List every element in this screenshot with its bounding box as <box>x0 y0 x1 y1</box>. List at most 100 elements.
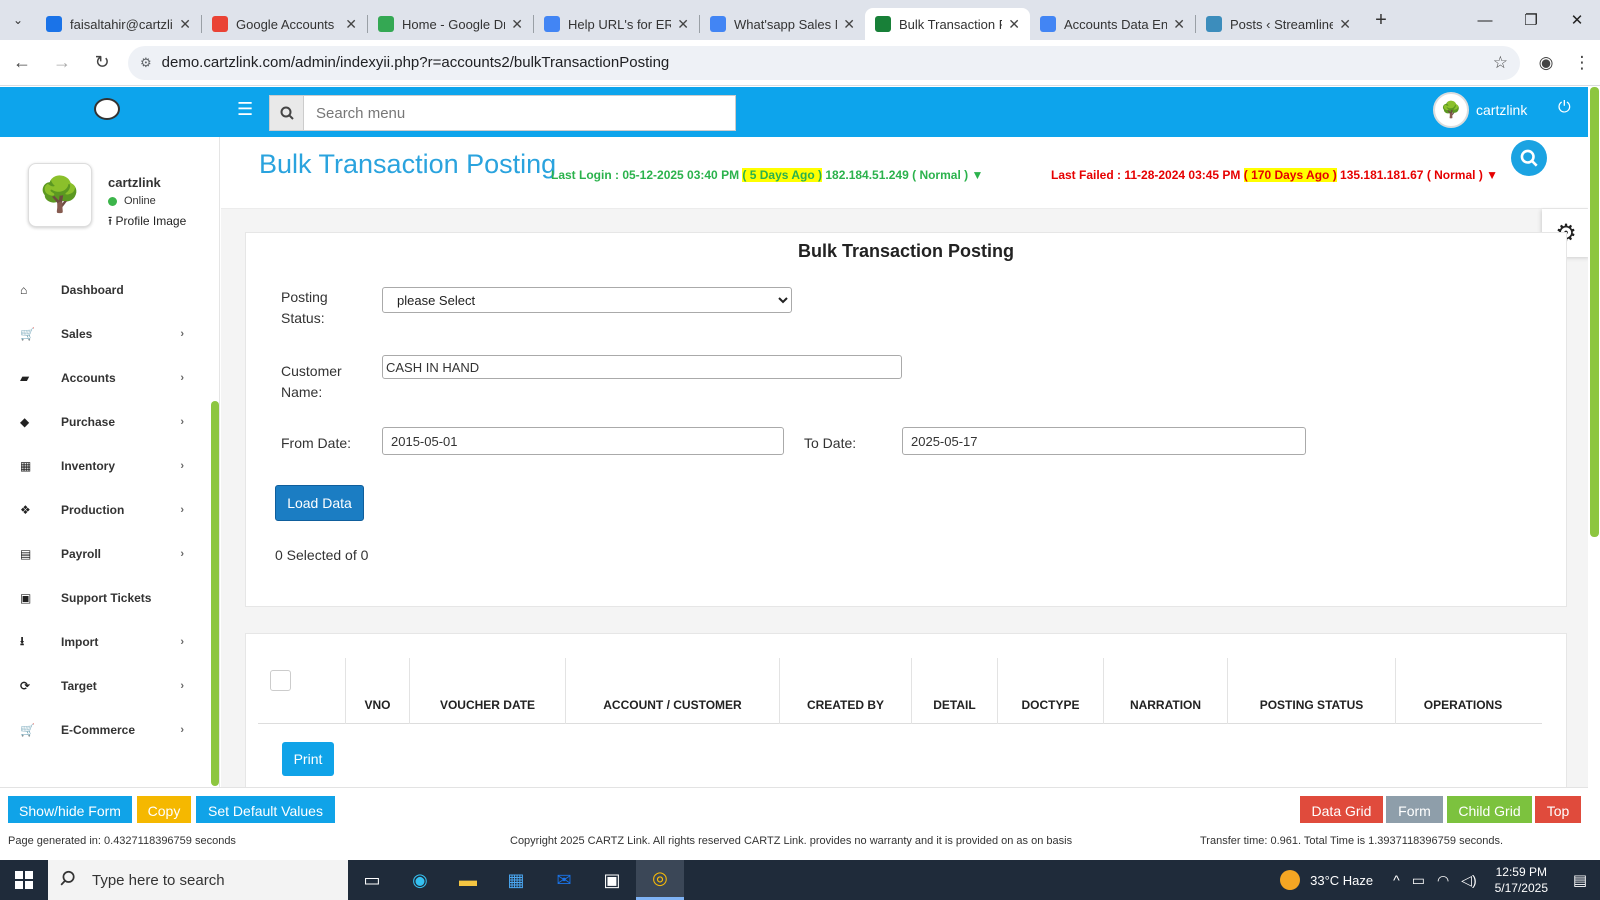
taskbar-search[interactable]: Type here to search <box>48 860 348 900</box>
child-grid-button[interactable]: Child Grid <box>1447 796 1532 826</box>
sidebar-item-target[interactable]: ⟳ Target › <box>0 664 200 708</box>
windows-start-icon[interactable] <box>0 860 48 900</box>
form-button[interactable]: Form <box>1386 796 1443 826</box>
close-icon[interactable]: ✕ <box>1339 16 1351 33</box>
sidebar-item-inventory[interactable]: ▦ Inventory › <box>0 444 200 488</box>
customer-name-field[interactable] <box>382 355 902 379</box>
column-header-account-customer[interactable]: ACCOUNT / CUSTOMER <box>566 658 780 724</box>
posting-status-select[interactable]: please Select <box>382 287 792 313</box>
hamburger-menu-icon[interactable]: ☰ <box>237 99 253 120</box>
sidebar-scrollbar[interactable] <box>211 401 219 786</box>
url-field[interactable]: ⚙ demo.cartzlink.com/admin/indexyii.php?… <box>128 45 1520 80</box>
show-hide-form-button[interactable]: Show/hide Form <box>8 796 132 826</box>
site-info-icon[interactable]: ⚙ <box>140 55 152 71</box>
display-icon[interactable]: ▭ <box>1412 872 1425 889</box>
page-header: Bulk Transaction Posting Last Login : 05… <box>221 137 1588 209</box>
volume-icon[interactable]: ◁) <box>1461 872 1476 889</box>
browser-tab[interactable]: Accounts Data Ent ✕ <box>1030 8 1195 40</box>
close-icon[interactable]: ✕ <box>179 16 191 33</box>
sidebar-item-label: Purchase <box>61 415 116 429</box>
sidebar-item-purchase[interactable]: ◆ Purchase › <box>0 400 200 444</box>
load-data-button[interactable]: Load Data <box>275 485 364 521</box>
sidebar-item-accounts[interactable]: ▰ Accounts › <box>0 356 200 400</box>
close-icon[interactable]: ✕ <box>345 16 357 33</box>
sidebar-item-e-commerce[interactable]: 🛒 E-Commerce › <box>0 708 200 752</box>
chevron-right-icon: › <box>180 724 184 736</box>
edge-icon[interactable]: ◉ <box>396 860 444 900</box>
column-header-doctype[interactable]: DOCTYPE <box>998 658 1104 724</box>
top-button[interactable]: Top <box>1535 796 1581 826</box>
browser-tab[interactable]: Home - Google Dr ✕ <box>368 8 533 40</box>
store-icon[interactable]: ▦ <box>492 860 540 900</box>
sidebar-item-dashboard[interactable]: ⌂ Dashboard <box>0 268 200 312</box>
page-scrollbar-thumb[interactable] <box>1590 87 1599 537</box>
browser-tab[interactable]: What'sapp Sales M ✕ <box>700 8 865 40</box>
minimize-icon[interactable]: — <box>1462 0 1508 40</box>
sidebar-item-support-tickets[interactable]: ▣ Support Tickets <box>0 576 200 620</box>
column-header-created-by[interactable]: CREATED BY <box>780 658 912 724</box>
select-all-checkbox[interactable] <box>270 670 291 691</box>
column-header-posting-status[interactable]: POSTING STATUS <box>1228 658 1396 724</box>
chrome-icon[interactable]: ◎ <box>636 860 684 900</box>
sidebar-item-payroll[interactable]: ▤ Payroll › <box>0 532 200 576</box>
column-header-voucher-date[interactable]: VOUCHER DATE <box>410 658 566 724</box>
close-window-icon[interactable]: ✕ <box>1554 0 1600 40</box>
notification-icon[interactable]: ▤ <box>1560 871 1600 889</box>
online-dot-icon <box>108 196 117 206</box>
sidebar-item-import[interactable]: ⭳ Import › <box>0 620 200 664</box>
browser-tab[interactable]: Bulk Transaction P ✕ <box>865 8 1030 40</box>
bookmark-star-icon[interactable]: ☆ <box>1493 53 1508 73</box>
user-menu[interactable]: 🌳 cartzlink <box>1433 92 1527 128</box>
print-button[interactable]: Print <box>282 742 334 776</box>
from-date-field[interactable] <box>382 427 784 455</box>
weather-widget[interactable]: 33°C Haze <box>1280 870 1373 890</box>
profile-icon[interactable]: ◉ <box>1528 53 1564 73</box>
column-header-vno[interactable]: VNO <box>346 658 410 724</box>
cubes-icon: ❖ <box>20 503 31 517</box>
restore-icon[interactable]: ❐ <box>1508 0 1554 40</box>
close-icon[interactable]: ✕ <box>677 16 689 33</box>
to-date-field[interactable] <box>902 427 1306 455</box>
sidebar-item-label: Inventory <box>61 459 116 473</box>
sidebar-item-sales[interactable]: 🛒 Sales › <box>0 312 200 356</box>
tags-icon: ◆ <box>20 415 30 429</box>
wifi-icon[interactable]: ◠ <box>1437 872 1449 889</box>
browser-tab[interactable]: Help URL's for ERP ✕ <box>534 8 699 40</box>
profile-avatar[interactable]: 🌳 <box>28 163 92 227</box>
back-icon[interactable]: ← <box>4 52 40 73</box>
set-default-values-button[interactable]: Set Default Values <box>196 796 335 826</box>
ticket-icon: ▣ <box>20 591 32 605</box>
close-icon[interactable]: ✕ <box>1173 16 1185 33</box>
posting-status-label: Posting Status: <box>281 289 328 326</box>
search-icon[interactable] <box>269 95 304 131</box>
data-grid-button[interactable]: Data Grid <box>1300 796 1383 826</box>
logout-power-icon[interactable]: ⏻ <box>1558 99 1571 117</box>
reload-icon[interactable]: ↻ <box>84 52 120 73</box>
page-scrollbar[interactable] <box>1588 87 1600 787</box>
tab-search-dropdown[interactable]: ⌄ <box>0 0 36 40</box>
chevron-up-icon[interactable]: ^ <box>1393 872 1400 888</box>
company-logo[interactable] <box>80 95 134 129</box>
task-view-icon[interactable]: ▭ <box>348 860 396 900</box>
column-header-narration[interactable]: NARRATION <box>1104 658 1228 724</box>
vnc-icon[interactable]: ▣ <box>588 860 636 900</box>
browser-tab[interactable]: faisaltahir@cartzli ✕ <box>36 8 201 40</box>
search-icon[interactable] <box>1511 140 1547 176</box>
column-header-operations[interactable]: OPERATIONS <box>1396 658 1530 724</box>
forward-icon[interactable]: → <box>44 52 80 73</box>
browser-tab[interactable]: Posts ‹ Streamline ✕ <box>1196 8 1361 40</box>
clock[interactable]: 12:59 PM 5/17/2025 <box>1495 864 1548 896</box>
new-tab-button[interactable]: + <box>1365 9 1397 32</box>
copy-button[interactable]: Copy <box>137 796 191 826</box>
column-header-detail[interactable]: DETAIL <box>912 658 998 724</box>
close-icon[interactable]: ✕ <box>1008 16 1020 33</box>
profile-image-link[interactable]: ⭱ Profile Image <box>108 212 186 233</box>
browser-tab[interactable]: Google Accounts ✕ <box>202 8 367 40</box>
file-explorer-icon[interactable]: ▬ <box>444 860 492 900</box>
sidebar-item-production[interactable]: ❖ Production › <box>0 488 200 532</box>
close-icon[interactable]: ✕ <box>843 16 855 33</box>
search-menu-input[interactable] <box>304 95 736 131</box>
outlook-icon[interactable]: ✉ <box>540 860 588 900</box>
browser-menu-icon[interactable]: ⋮ <box>1564 53 1600 73</box>
close-icon[interactable]: ✕ <box>511 16 523 33</box>
